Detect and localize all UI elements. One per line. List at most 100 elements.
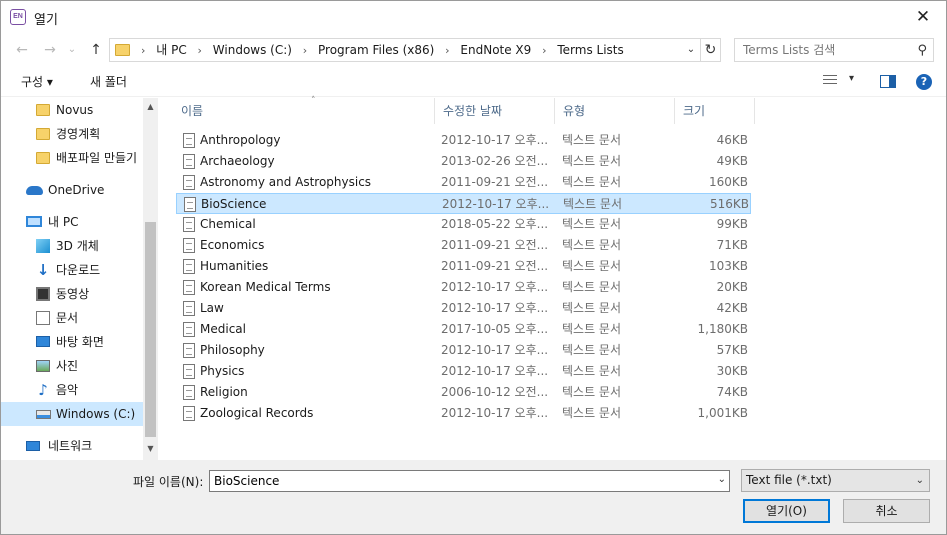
file-type: 텍스트 문서 (562, 301, 622, 315)
file-name: Law (200, 301, 224, 315)
nav-item-novus[interactable]: Novus (1, 98, 143, 122)
file-type: 텍스트 문서 (562, 343, 622, 357)
folder-icon (115, 44, 130, 56)
preview-pane-icon[interactable] (880, 75, 896, 88)
column-header-name[interactable]: ˄ 이름 (173, 96, 435, 124)
address-bar[interactable]: › 내 PC › Windows (C:) › Program Files (x… (109, 38, 701, 62)
column-header-date[interactable]: 수정한 날짜 (435, 98, 555, 124)
scroll-down-icon[interactable]: ▼ (143, 444, 158, 453)
nav-item-windows-drive[interactable]: Windows (C:) (1, 402, 143, 426)
file-row[interactable]: Economics 2011-09-21 오전... 텍스트 문서 71KB (176, 235, 751, 256)
file-row[interactable]: Chemical 2018-05-22 오후... 텍스트 문서 99KB (176, 214, 751, 235)
file-size: 42KB (716, 301, 748, 315)
back-arrow-icon[interactable]: ← (11, 39, 33, 61)
nav-item-onedrive[interactable]: OneDrive (1, 178, 143, 202)
file-type: 텍스트 문서 (562, 364, 622, 378)
file-row[interactable]: Korean Medical Terms 2012-10-17 오후... 텍스… (176, 277, 751, 298)
file-row[interactable]: Physics 2012-10-17 오후... 텍스트 문서 30KB (176, 361, 751, 382)
file-row[interactable]: Religion 2006-10-12 오전... 텍스트 문서 74KB (176, 382, 751, 403)
chevron-right-icon[interactable]: › (303, 44, 307, 57)
breadcrumb-item[interactable]: Windows (C:) (213, 43, 292, 57)
chevron-down-icon: ⌄ (915, 475, 924, 486)
endnote-app-icon: EN (10, 9, 26, 25)
scroll-up-icon[interactable]: ▲ (143, 102, 158, 111)
view-options-icon[interactable] (823, 75, 839, 89)
breadcrumb-item[interactable]: EndNote X9 (460, 43, 531, 57)
close-icon[interactable]: ✕ (900, 1, 946, 33)
nav-item-label: 다운로드 (56, 263, 101, 277)
search-input[interactable] (735, 39, 905, 61)
column-header-type[interactable]: 유형 (555, 98, 675, 124)
nav-item-documents[interactable]: 문서 (1, 306, 143, 330)
file-size: 57KB (716, 343, 748, 357)
file-row[interactable]: Medical 2017-10-05 오후... 텍스트 문서 1,180KB (176, 319, 751, 340)
file-row[interactable]: Zoological Records 2012-10-17 오후... 텍스트 … (176, 403, 751, 424)
nav-item-distribution-files[interactable]: 배포파일 만들기 (1, 146, 143, 170)
chevron-down-icon[interactable]: ⌄ (683, 39, 699, 61)
chevron-right-icon[interactable]: › (198, 44, 202, 57)
breadcrumb-item[interactable]: Program Files (x86) (318, 43, 434, 57)
new-folder-button[interactable]: 새 폴더 (90, 73, 127, 90)
cancel-button[interactable]: 취소 (843, 499, 930, 523)
chevron-down-icon[interactable]: ▾ (849, 73, 854, 84)
nav-item-videos[interactable]: 동영상 (1, 282, 143, 306)
file-type: 텍스트 문서 (562, 406, 622, 420)
nav-item-music[interactable]: ♪ 음악 (1, 378, 143, 402)
breadcrumb-item[interactable]: Terms Lists (557, 43, 623, 57)
refresh-icon[interactable]: ↻ (701, 38, 721, 62)
file-row-selected[interactable]: BioScience 2012-10-17 오후... 텍스트 문서 516KB (176, 193, 751, 214)
nav-item-pictures[interactable]: 사진 (1, 354, 143, 378)
breadcrumb-item[interactable]: 내 PC (156, 43, 186, 57)
navigation-pane: Novus 경영계획 배포파일 만들기 OneDrive 내 PC 3D 개체 … (1, 98, 159, 460)
command-bar: 구성 ▾ 새 폴더 ▾ ? (1, 67, 946, 97)
nav-item-label: 음악 (56, 383, 79, 397)
file-row[interactable]: Archaeology 2013-02-26 오전... 텍스트 문서 49KB (176, 151, 751, 172)
file-size: 516KB (709, 197, 749, 211)
recent-locations-chevron-icon[interactable]: ⌄ (61, 39, 83, 61)
open-button[interactable]: 열기(O) (743, 499, 830, 523)
organize-button[interactable]: 구성 ▾ (21, 73, 53, 90)
filetype-value: Text file (*.txt) (746, 473, 832, 487)
chevron-down-icon[interactable]: ⌄ (718, 474, 726, 485)
text-file-icon (183, 322, 195, 337)
scrollbar-thumb[interactable] (145, 222, 156, 437)
filetype-select[interactable]: Text file (*.txt) ⌄ (741, 469, 930, 492)
sort-ascending-icon: ˄ (311, 96, 316, 106)
navigation-scrollbar[interactable]: ▲ ▼ (143, 98, 158, 460)
chevron-right-icon[interactable]: › (445, 44, 449, 57)
filename-input[interactable] (210, 471, 705, 491)
file-row[interactable]: Philosophy 2012-10-17 오후... 텍스트 문서 57KB (176, 340, 751, 361)
search-icon[interactable]: ⚲ (917, 43, 927, 58)
file-size: 71KB (716, 238, 748, 252)
up-arrow-icon[interactable]: ↑ (85, 39, 107, 61)
file-type: 텍스트 문서 (562, 154, 622, 168)
nav-item-network[interactable]: 네트워크 (1, 434, 143, 458)
file-type: 텍스트 문서 (562, 280, 622, 294)
file-size: 49KB (716, 154, 748, 168)
column-header-size[interactable]: 크기 (675, 98, 755, 124)
nav-item-business-plan[interactable]: 경영계획 (1, 122, 143, 146)
file-row[interactable]: Astronomy and Astrophysics 2011-09-21 오전… (176, 172, 751, 193)
title-bar: EN 열기 ✕ (1, 1, 946, 33)
file-type: 텍스트 문서 (562, 133, 622, 147)
nav-item-3d-objects[interactable]: 3D 개체 (1, 234, 143, 258)
text-file-icon (183, 217, 195, 232)
help-icon[interactable]: ? (916, 74, 932, 90)
nav-item-this-pc[interactable]: 내 PC (1, 210, 143, 234)
forward-arrow-icon[interactable]: → (39, 39, 61, 61)
file-name: Humanities (200, 259, 269, 273)
nav-item-desktop[interactable]: 바탕 화면 (1, 330, 143, 354)
text-file-icon (183, 301, 195, 316)
file-row[interactable]: Anthropology 2012-10-17 오후... 텍스트 문서 46K… (176, 130, 751, 151)
file-row[interactable]: Humanities 2011-09-21 오전... 텍스트 문서 103KB (176, 256, 751, 277)
file-name: Korean Medical Terms (200, 280, 331, 294)
file-row[interactable]: Law 2012-10-17 오후... 텍스트 문서 42KB (176, 298, 751, 319)
file-name: Medical (200, 322, 246, 336)
chevron-right-icon[interactable]: › (542, 44, 546, 57)
file-name: Physics (200, 364, 245, 378)
file-type: 텍스트 문서 (562, 385, 622, 399)
nav-item-downloads[interactable]: ↓ 다운로드 (1, 258, 143, 282)
file-size: 160KB (708, 175, 748, 189)
file-date: 2012-10-17 오후... (441, 343, 549, 357)
text-file-icon (183, 259, 195, 274)
